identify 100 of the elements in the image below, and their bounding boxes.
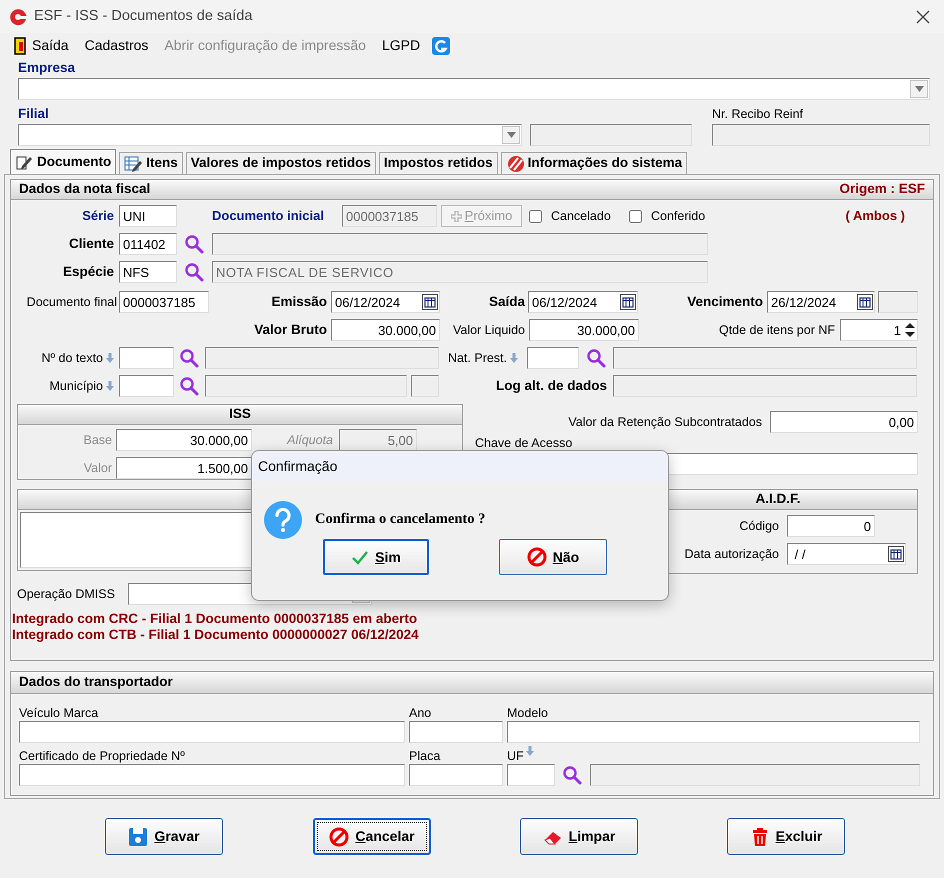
input-field[interactable] xyxy=(878,291,918,313)
field-label: UF xyxy=(507,749,524,764)
input-field[interactable] xyxy=(712,124,930,146)
input-field[interactable]: 30.000,00 xyxy=(116,429,252,451)
calendar-icon[interactable] xyxy=(888,546,904,562)
scope-label: ( Ambos ) xyxy=(846,208,905,224)
section-title: Dados do transportador xyxy=(19,674,173,691)
input-field[interactable] xyxy=(212,233,708,255)
input-field[interactable] xyxy=(409,764,503,786)
dialog-message: Confirma o cancelamento ? xyxy=(315,511,486,529)
input-field[interactable] xyxy=(411,375,439,397)
input-field[interactable]: 011402 xyxy=(119,233,177,255)
search-icon[interactable] xyxy=(586,348,606,368)
field-label: Série xyxy=(81,208,114,224)
input-field[interactable]: 1.500,00 xyxy=(116,457,252,479)
input-field[interactable]: 30.000,00 xyxy=(529,319,639,341)
input-field[interactable] xyxy=(119,347,174,369)
action-button[interactable]: Excluir xyxy=(727,818,845,855)
checkbox-label: Conferido xyxy=(651,208,706,224)
input-field[interactable]: 0 xyxy=(787,515,875,537)
input-field[interactable] xyxy=(530,124,692,146)
input-field[interactable]: 30.000,00 xyxy=(331,319,440,341)
input-field[interactable] xyxy=(507,721,920,743)
input-field[interactable] xyxy=(205,347,439,369)
input-field[interactable]: 0000037185 xyxy=(342,205,437,227)
input-field[interactable]: NFS xyxy=(119,261,177,283)
arrow-down-icon xyxy=(106,381,114,391)
tab[interactable]: Impostos retidos xyxy=(378,152,498,174)
spin-arrows-icon[interactable] xyxy=(904,321,916,339)
field-label: Modelo xyxy=(507,706,549,721)
search-icon[interactable] xyxy=(562,765,582,785)
input-field[interactable] xyxy=(590,764,920,786)
field-label: Nat. Prest. xyxy=(446,350,507,366)
input-field[interactable] xyxy=(613,375,917,397)
branch-dropdown[interactable] xyxy=(18,124,522,146)
field-label: Vencimento xyxy=(686,294,763,310)
tab[interactable]: Itens xyxy=(119,152,183,174)
field-label: Certificado de Propriedade Nº xyxy=(19,749,186,764)
field-label: Filial xyxy=(18,105,50,123)
dialog-button[interactable]: Não xyxy=(499,539,607,575)
menu-item[interactable]: Saída xyxy=(6,34,77,56)
field-label: Base xyxy=(82,432,112,448)
action-button[interactable]: Gravar xyxy=(105,818,223,855)
input-field[interactable]: 0000037185 xyxy=(119,291,209,313)
input-field[interactable]: UNI xyxy=(119,205,177,227)
input-field[interactable] xyxy=(119,375,174,397)
spin-field[interactable]: 1 xyxy=(840,319,918,341)
tab[interactable]: Informações do sistema xyxy=(500,152,688,174)
plus-icon xyxy=(450,210,462,222)
input-field[interactable] xyxy=(19,721,405,743)
search-icon[interactable] xyxy=(179,376,199,396)
section-title: A.I.D.F. xyxy=(755,491,800,508)
dialog-button[interactable]: Sim xyxy=(323,539,429,575)
dialog-title: Confirmação xyxy=(258,458,338,474)
input-field[interactable] xyxy=(409,721,503,743)
input-field[interactable]: NOTA FISCAL DE SERVICO xyxy=(212,261,708,283)
status-message: Integrado com CTB - Filial 1 Documento 0000000027 06/12/2024 xyxy=(12,627,419,642)
section-title: ISS xyxy=(229,406,251,423)
field-label: Log alt. de dados xyxy=(494,378,607,394)
input-field[interactable] xyxy=(613,347,917,369)
search-icon[interactable] xyxy=(184,262,204,282)
no-entry-icon xyxy=(526,547,547,567)
field-label: Empresa xyxy=(18,59,76,77)
arrow-down-icon xyxy=(106,353,114,363)
input-field[interactable]: 0,00 xyxy=(770,411,918,433)
action-button[interactable]: Limpar xyxy=(520,818,638,855)
date-field[interactable]: / / xyxy=(787,543,906,565)
close-icon[interactable] xyxy=(916,10,930,24)
search-icon[interactable] xyxy=(184,234,204,254)
input-field[interactable]: 5,00 xyxy=(339,429,417,451)
checkbox[interactable] xyxy=(529,210,542,222)
field-label: Município xyxy=(48,378,103,394)
menu-item[interactable]: LGPD xyxy=(374,34,428,56)
field-label: Nr. Recibo Reinf xyxy=(712,106,804,123)
document-pencil-icon xyxy=(15,154,33,170)
striped-circle-icon xyxy=(506,155,524,172)
menu-item[interactable]: Cadastros xyxy=(76,34,156,56)
question-icon xyxy=(264,501,302,539)
field-label: Valor xyxy=(82,460,112,476)
input-field[interactable] xyxy=(507,764,555,786)
field-label: Qtde de itens por NF xyxy=(718,322,835,338)
dropdown-arrow-icon[interactable] xyxy=(506,132,516,138)
tab[interactable]: Valores de impostos retidos xyxy=(186,152,376,174)
input-field[interactable] xyxy=(527,347,579,369)
calendar-icon[interactable] xyxy=(857,294,873,310)
input-field[interactable] xyxy=(19,764,405,786)
app-badge-icon[interactable] xyxy=(432,36,450,54)
tab[interactable]: Documento xyxy=(10,149,116,174)
field-label: Valor da Retenção Subcontratados xyxy=(567,414,762,430)
exit-door-icon xyxy=(14,36,28,54)
calendar-icon[interactable] xyxy=(422,294,438,310)
field-label: Valor Liquido xyxy=(452,322,525,338)
company-dropdown[interactable] xyxy=(18,78,930,100)
action-button[interactable]: Cancelar xyxy=(313,818,431,855)
dropdown-arrow-icon[interactable] xyxy=(914,86,924,92)
calendar-icon[interactable] xyxy=(620,294,636,310)
checkbox[interactable] xyxy=(629,210,642,222)
input-field[interactable] xyxy=(205,375,407,397)
field-label: Espécie xyxy=(62,264,114,280)
search-icon[interactable] xyxy=(179,348,199,368)
